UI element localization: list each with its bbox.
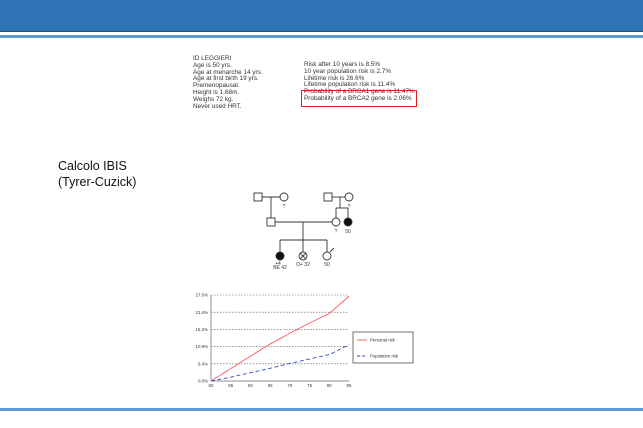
y-tick-label: 0.0% (198, 379, 208, 384)
mark: ? (335, 229, 338, 235)
mother (331, 217, 341, 227)
patient-info: ID LEGGIERI Age is 50 yrs. Age at menarc… (193, 55, 263, 110)
mark: ? (348, 204, 351, 210)
proband-id: BE 42 (273, 265, 287, 270)
mark: ? (283, 204, 286, 210)
legend-label: Personal risk (370, 338, 396, 343)
y-tick-label: 10.8% (196, 344, 209, 349)
cousin (322, 251, 332, 261)
y-tick-label: 21.6% (196, 310, 209, 315)
aunt-age: 50 (345, 229, 351, 235)
brca-highlight-box (301, 90, 417, 107)
risk-chart: 0.0% 5.4% 10.8% 16.2% 21.6% 27.0% 50 55 60 65 70 75… (196, 293, 414, 388)
x-tick-label: 60 (248, 383, 253, 388)
series-line (210, 295, 350, 382)
series-line (210, 344, 350, 382)
x-tick-label: 80 (327, 383, 332, 388)
patient-line: Never used HRT. (193, 102, 242, 110)
y-tick-label: 27.0% (196, 293, 209, 298)
y-tick-label: 16.2% (196, 327, 209, 332)
header-rule (0, 35, 643, 38)
sister-age: O+ 32 (296, 262, 310, 268)
pedigree-diagram: ? ? ? 50 +4 BE 42 O+ 32 50 (253, 192, 354, 270)
title-bar (0, 0, 643, 32)
x-tick-label: 50 (209, 383, 214, 388)
grandfather-right (323, 192, 333, 202)
method-label-line1: Calcolo IBIS (58, 159, 127, 173)
grandmother-right (344, 192, 354, 202)
method-label-line2: (Tyrer-Cuzick) (58, 175, 137, 189)
footer-rule (0, 408, 643, 411)
method-label: Calcolo IBIS (Tyrer-Cuzick) (58, 158, 136, 190)
legend-label: Population risk (370, 354, 399, 359)
x-tick-label: 55 (228, 383, 233, 388)
father (266, 217, 276, 227)
proband-affected (275, 251, 285, 261)
x-tick-label: 65 (268, 383, 273, 388)
grandfather-left (253, 192, 263, 202)
cousin-age: 50 (324, 262, 330, 268)
grandmother-left (279, 192, 289, 202)
aunt-affected (343, 217, 353, 227)
x-tick-label: 85 (347, 383, 352, 388)
x-tick-label: 75 (307, 383, 312, 388)
y-tick-label: 5.4% (198, 361, 208, 366)
x-tick-label: 70 (287, 383, 292, 388)
